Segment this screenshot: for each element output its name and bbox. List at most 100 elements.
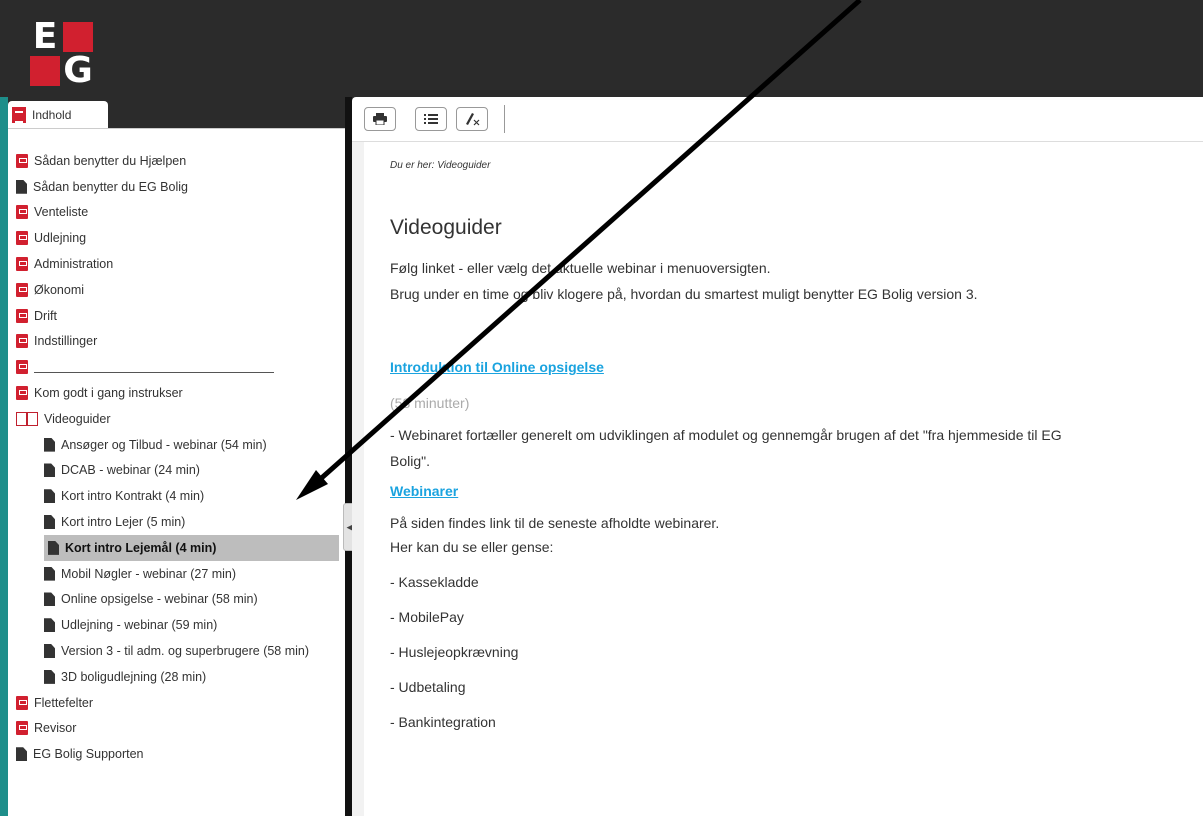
toc-item[interactable]: Flettefelter [16, 690, 341, 716]
book-icon [16, 231, 28, 246]
document-icon [16, 747, 27, 762]
toc-item[interactable]: Online opsigelse - webinar (58 min) [16, 587, 341, 613]
clear-highlight-button[interactable] [456, 107, 488, 131]
toc-item[interactable] [16, 354, 341, 380]
toc-item-label: Venteliste [34, 205, 89, 220]
toc-item-label: Udlejning - webinar (59 min) [61, 618, 218, 633]
document-icon [44, 669, 55, 684]
logo-letter-e: E [32, 16, 58, 57]
open-book-icon [15, 411, 38, 426]
app-header: E G [0, 0, 1203, 97]
toc-item[interactable]: Videoguider [15, 406, 341, 432]
document-icon [44, 437, 55, 452]
toc-item-label: Indstillinger [34, 334, 98, 349]
webinarer-description-line-1: På siden findes link til de seneste afho… [390, 515, 720, 531]
content-left-gutter [352, 142, 364, 816]
toolbar-separator [504, 105, 505, 133]
teal-strip [0, 97, 8, 816]
toc-item-label: 3D boligudlejning (28 min) [61, 669, 207, 684]
document-icon [44, 566, 55, 581]
toc-item[interactable]: Venteliste [16, 200, 341, 226]
toc-item[interactable]: Administration [16, 251, 341, 277]
toc-item[interactable]: Kort intro Lejemål (4 min) [44, 534, 339, 561]
toc-list: Sådan benytter du Hjælpen Sådan benytter … [15, 148, 341, 767]
toc-item-label: Kort intro Lejer (5 min) [61, 515, 186, 530]
toc-item-label: Administration [34, 257, 114, 272]
webinar-description-line-2: Bolig". [390, 453, 430, 469]
toc-item[interactable]: Revisor [16, 716, 341, 742]
topic-list-item: - Udbetaling [390, 679, 466, 695]
toc-item[interactable]: Kort intro Lejer (5 min) [16, 509, 341, 535]
toc-item-label: Online opsigelse - webinar (58 min) [61, 592, 258, 607]
tab-label: Indhold [32, 107, 72, 122]
toc-item-label: Udlejning [34, 231, 87, 246]
toc-item[interactable]: Sådan benytter du EG Bolig [16, 174, 341, 200]
toc-item[interactable]: Version 3 - til adm. og superbrugere (58… [16, 638, 341, 664]
toc-item[interactable]: 3D boligudlejning (28 min) [16, 664, 341, 690]
clear-highlight-icon [466, 113, 480, 126]
toolbar [352, 97, 1203, 142]
toc-item-label: Videoguider [44, 411, 111, 426]
toc-item-label: Kom godt i gang instrukser [34, 386, 183, 401]
topic-list-item: - Huslejeopkrævning [390, 644, 519, 660]
toc-item-label: Kort intro Lejemål (4 min) [65, 540, 217, 555]
document-icon [44, 489, 55, 504]
toc-item[interactable]: Drift [16, 303, 341, 329]
toc-item-label: Sådan benytter du Hjælpen [34, 153, 187, 168]
webinarer-description-line-2: Her kan du se eller gense: [390, 539, 554, 555]
content-panel: Du er her: Videoguider Videoguider Følg … [352, 97, 1203, 816]
toc-item-label: Version 3 - til adm. og superbrugere (58… [61, 644, 310, 659]
document-icon [44, 618, 55, 633]
book-icon [16, 205, 28, 220]
toc-item[interactable]: Indstillinger [16, 329, 341, 355]
toc-toggle-button[interactable] [415, 107, 447, 131]
document-icon [48, 540, 59, 555]
toc-item[interactable]: Sådan benytter du Hjælpen [16, 148, 341, 174]
book-icon [16, 360, 28, 375]
book-icon [16, 695, 28, 710]
toc-item[interactable]: EG Bolig Supporten [16, 741, 341, 767]
print-icon [373, 113, 387, 125]
toc-item[interactable]: DCAB - webinar (24 min) [16, 458, 341, 484]
document-icon [16, 179, 27, 194]
toc-item-label: Revisor [34, 721, 77, 736]
toc-item-label: Mobil Nøgler - webinar (27 min) [61, 566, 237, 581]
toc-item[interactable]: Økonomi [16, 277, 341, 303]
print-button[interactable] [364, 107, 396, 131]
book-icon [16, 257, 28, 272]
webinar-description-line-1: - Webinaret fortæller generelt om udvikl… [390, 427, 1062, 443]
page-title: Videoguider [390, 216, 502, 239]
topic-list-item: - MobilePay [390, 609, 464, 625]
book-icon [16, 334, 28, 349]
toc-item[interactable]: Kort intro Kontrakt (4 min) [16, 483, 341, 509]
online-opsigelse-link[interactable]: Introduktion til Online opsigelse [390, 359, 604, 375]
toc-item-label: Ansøger og Tilbud - webinar (54 min) [61, 437, 267, 452]
eg-logo: E G [30, 16, 100, 92]
toc-item[interactable]: Udlejning - webinar (59 min) [16, 612, 341, 638]
webinarer-link[interactable]: Webinarer [390, 483, 458, 499]
toc-item-label: Økonomi [34, 282, 85, 297]
toc-item[interactable]: Udlejning [16, 225, 341, 251]
topic-list-item: - Kassekladde [390, 574, 479, 590]
toc-item[interactable]: Mobil Nøgler - webinar (27 min) [16, 561, 341, 587]
document-icon [44, 463, 55, 478]
intro-line-1: Følg linket - eller vælg det aktuelle we… [390, 260, 771, 276]
toc-item-label: Flettefelter [34, 695, 94, 710]
toc-item[interactable]: Ansøger og Tilbud - webinar (54 min) [16, 432, 341, 458]
document-icon [44, 592, 55, 607]
toc-item-label: Kort intro Kontrakt (4 min) [61, 489, 205, 504]
logo-letter-g: G [63, 50, 93, 91]
intro-line-2: Brug under en time og bliv klogere på, h… [390, 286, 978, 302]
document-icon [44, 644, 55, 659]
article: Du er her: Videoguider Videoguider Følg … [390, 152, 1190, 732]
toc-item-label [34, 361, 274, 374]
tab-indhold[interactable]: Indhold [8, 101, 108, 128]
toc-item[interactable]: Kom godt i gang instrukser [16, 380, 341, 406]
splitter[interactable] [345, 97, 352, 816]
toc-panel: Sådan benytter du Hjælpen Sådan benytter … [8, 128, 345, 816]
book-icon [16, 282, 28, 297]
list-icon [424, 114, 438, 124]
topic-list: - Kassekladde - MobilePay - Huslejeopkrævn… [390, 572, 1190, 732]
book-icon [16, 308, 28, 323]
logo-red-square [63, 22, 93, 52]
